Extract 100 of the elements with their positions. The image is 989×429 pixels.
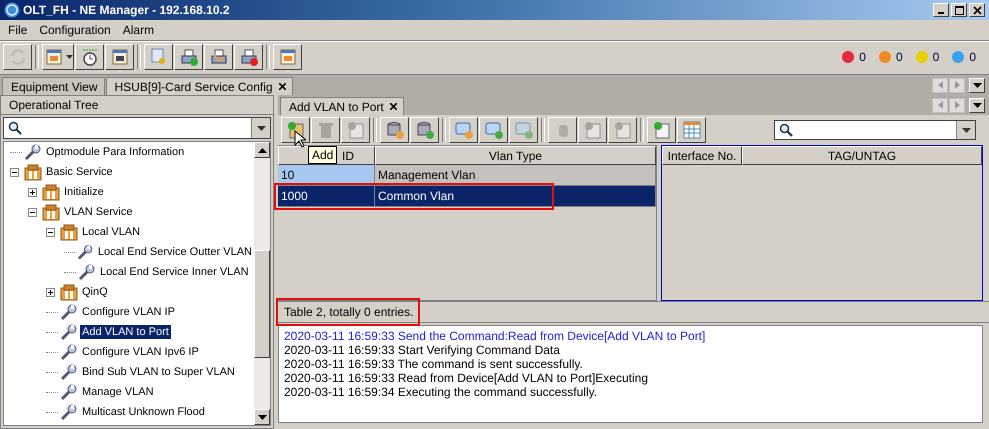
form-icon [278,47,298,67]
close-icon [972,6,982,14]
folder-icon [60,224,78,240]
search-icon [8,121,22,135]
column-header[interactable]: TAG/UNTAG [742,146,982,165]
window-title: OLT_FH - NE Manager - 192.168.10.2 [23,3,230,17]
caret-icon [66,55,72,59]
expander-icon[interactable] [46,228,58,236]
status-text: Table 2, totally 0 entries. [284,305,414,319]
column-header[interactable]: Vlan Type [375,146,656,165]
maximize-button[interactable] [951,3,967,17]
toolbar-button[interactable] [647,117,676,143]
tree-item[interactable]: Manage VLAN [80,385,156,399]
tree-item[interactable]: Local VLAN [80,225,142,239]
printer-remove-icon [238,47,258,67]
tree-item[interactable]: Optmodule Para Information [44,145,186,159]
tree-item[interactable]: Local End Service Outter VLAN [96,245,254,259]
panel-title: Operational Tree [1,96,273,115]
wrench-icon [60,404,78,420]
close-icon[interactable] [390,103,397,110]
log-line: 2020-03-11 16:59:34 Executing the command successfully. [284,385,598,399]
tab[interactable]: Equipment View [2,77,104,95]
alarm-count: 0 [932,50,940,64]
printer-add-icon [178,47,198,67]
expander-icon[interactable] [10,168,22,176]
tab-list-button[interactable] [969,78,985,92]
search-field[interactable] [774,120,976,140]
toolbar-button[interactable] [234,44,263,70]
app-logo-icon [4,2,20,18]
maximize-icon [954,6,964,14]
toolbar-button[interactable] [75,44,104,70]
menu-item[interactable]: Configuration [33,23,117,37]
tree-item[interactable]: Multicast Unknown Flood [80,405,207,419]
tree-item[interactable]: Local End Service Inner VLAN [98,265,251,279]
up-arrow-icon [258,148,266,152]
folder-icon [42,204,60,220]
menu-item[interactable]: File [2,23,34,37]
toolbar-button[interactable] [380,117,409,143]
toolbar-button[interactable] [677,117,706,143]
menu-item[interactable]: Alarm [116,23,160,37]
wrench-icon [60,324,78,340]
toolbar-button[interactable] [105,44,134,70]
search-field[interactable] [3,117,271,139]
toolbar-button[interactable] [174,44,203,70]
right-arrow-icon [954,81,960,89]
table-cell: Management Vlan [375,165,656,185]
dropdown-arrow-icon [962,128,970,132]
toolbar-button[interactable] [410,117,439,143]
dropdown-arrow-icon [256,126,266,130]
expander-icon[interactable] [28,188,40,196]
tree-item[interactable]: Configure VLAN IP [80,305,177,319]
new-doc-icon [652,120,672,140]
wrench-icon [60,364,78,380]
folder-icon [24,164,42,180]
log-line: 2020-03-11 16:59:33 The command is sent successfully. [284,357,584,371]
expander-icon[interactable] [46,288,58,296]
dropdown-arrow-icon [972,82,982,88]
wrench-icon [60,344,78,360]
scrollbar[interactable] [254,142,270,425]
tree-item[interactable]: Bind Sub VLAN to Super VLAN [80,365,237,379]
log-line: 2020-03-11 16:59:33 Read from Device[Add VLAN to Port]Executing [284,371,649,385]
wrench-icon [60,304,78,320]
table-cell: Common Vlan [375,186,656,206]
tree-item[interactable]: QinQ [80,285,110,299]
toolbar-button[interactable] [479,117,508,143]
toolbar-button[interactable] [42,44,74,70]
right-arrow-icon [954,101,960,109]
tree-item[interactable]: Configure VLAN Ipv6 IP [80,345,201,359]
window-icon [44,47,64,67]
wrench-icon [24,144,42,160]
column-header[interactable]: Interface No. [662,146,742,165]
toolbar-button[interactable] [449,117,478,143]
tooltip: Add [308,146,338,164]
toolbar-button[interactable] [273,44,302,70]
tab[interactable]: Add VLAN to Port [280,97,404,115]
left-arrow-icon [938,81,942,89]
log-line: 2020-03-11 16:59:33 Send the Command:Read from Device[Add VLAN to Port] [284,329,706,343]
tree-item[interactable]: Initialize [62,185,106,199]
left-arrow-icon [938,101,942,109]
close-icon[interactable] [278,83,286,90]
minimize-button[interactable] [933,3,949,17]
down-arrow-icon [258,414,266,420]
tab[interactable]: HSUB[9]-Card Service Config [106,77,293,95]
alarm-count: 0 [859,50,866,64]
alarm-count: 0 [969,50,976,64]
minimize-icon [938,12,944,14]
tab-list-button[interactable] [969,98,985,112]
tree-item[interactable]: Basic Service [44,165,115,179]
toolbar-button[interactable] [204,44,233,70]
tree-item[interactable]: VLAN Service [62,205,134,219]
close-button[interactable] [969,3,985,17]
table-row[interactable]: 10 Management Vlan [278,165,656,186]
expander-icon[interactable] [28,208,40,216]
search-icon [779,123,793,137]
toolbar-button[interactable] [144,44,173,70]
cursor-icon [294,130,306,148]
tree-item[interactable]: Add VLAN to Port [80,325,171,339]
grid-icon [682,120,702,140]
list-icon [110,47,130,67]
alarm-count: 0 [896,50,903,64]
